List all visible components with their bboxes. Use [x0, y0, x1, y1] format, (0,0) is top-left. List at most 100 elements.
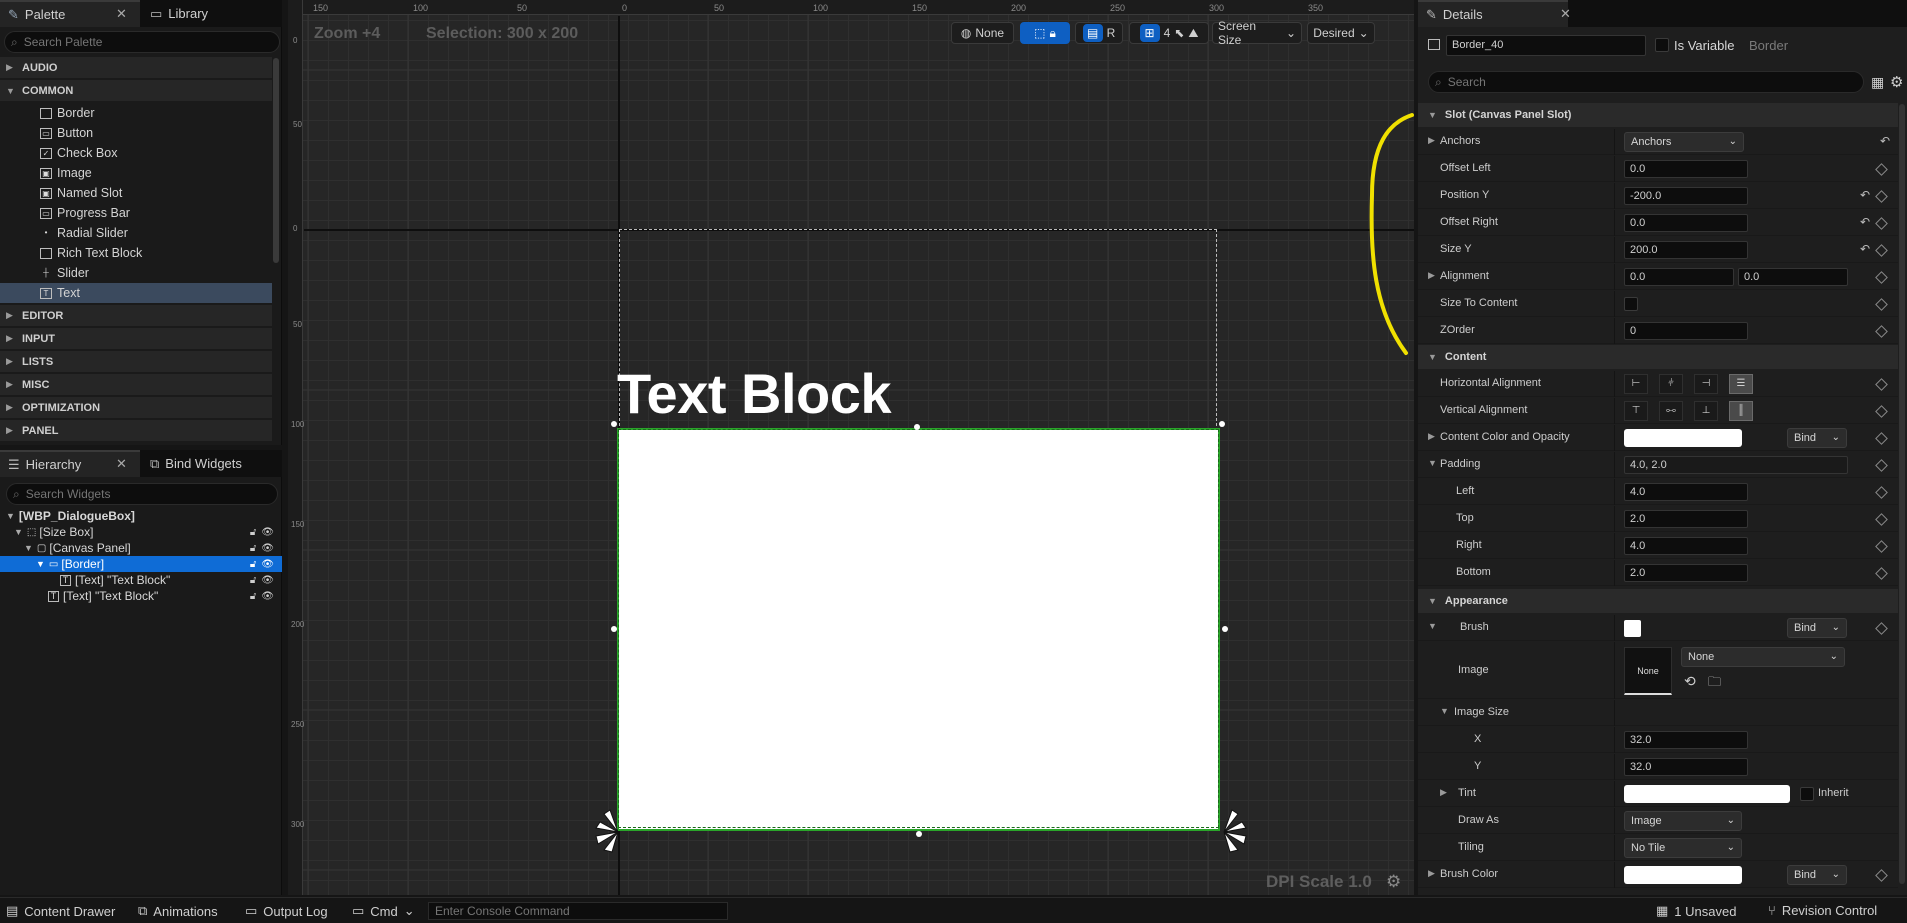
palette-category[interactable]: ▶ LISTS [0, 351, 272, 373]
palette-item[interactable]: ▭ Button [0, 123, 272, 143]
reset-icon[interactable]: ↶ [1860, 215, 1870, 229]
align-fill-icon[interactable]: ☰ [1729, 374, 1753, 394]
palette-search-input[interactable] [23, 35, 224, 49]
table-view-icon[interactable]: ▦ [1871, 74, 1884, 91]
brush-color-swatch[interactable] [1624, 620, 1641, 637]
align-right-icon[interactable]: ⊣ [1694, 374, 1718, 394]
lock-icon[interactable]: 🔓︎ [250, 575, 256, 586]
keyframe-diamond-icon[interactable] [1875, 405, 1888, 418]
revision-control-button[interactable]: ⑂ Revision Control [1768, 903, 1877, 918]
chevron-down-icon[interactable]: ▼ [1428, 458, 1437, 468]
chevron-right-icon[interactable]: ▶ [1428, 270, 1435, 281]
zorder-field[interactable]: 0 [1624, 322, 1748, 340]
palette-scrollbar[interactable] [273, 58, 279, 263]
grid-snap-value[interactable]: 4 [1164, 26, 1171, 40]
resize-handle[interactable] [916, 831, 922, 837]
grid-snap-controls[interactable]: ⊞ 4 ⬉ ⛰︎ [1129, 22, 1209, 44]
eye-icon[interactable]: 👁︎ [261, 527, 274, 538]
palette-item[interactable]: Rich Text Block [0, 243, 272, 263]
tree-item-size-box[interactable]: ▼ ⬚ [Size Box] 🔓︎ 👁︎ [0, 524, 282, 540]
tree-item-border[interactable]: ▼ ▭ [Border] 🔓︎ 👁︎ [0, 556, 282, 572]
layout-buttons[interactable]: ▤ R [1075, 22, 1123, 44]
palette-category[interactable]: ▶ INPUT [0, 328, 272, 350]
valign-center-icon[interactable]: ⧟ [1659, 401, 1683, 421]
pointer-icon[interactable]: ⬉ [1174, 26, 1184, 40]
anchors-dropdown[interactable]: Anchors ⌄ [1624, 132, 1744, 152]
bind-dropdown[interactable]: Bind ⌄ [1787, 618, 1847, 638]
bind-dropdown[interactable]: Bind ⌄ [1787, 428, 1847, 448]
offset-left-field[interactable]: 0.0 [1624, 160, 1748, 178]
keyframe-diamond-icon[interactable] [1875, 869, 1888, 882]
landscape-icon[interactable]: ⛰︎ [1188, 26, 1198, 41]
valign-bottom-icon[interactable]: ⊥ [1694, 401, 1718, 421]
resize-handle[interactable] [611, 421, 617, 427]
r-toggle[interactable]: R [1107, 26, 1116, 40]
tree-item-text-block-2[interactable]: T [Text] "Text Block" 🔓︎ 👁︎ [0, 588, 282, 604]
content-color-swatch[interactable] [1624, 429, 1742, 447]
keyframe-diamond-icon[interactable] [1875, 217, 1888, 230]
eye-icon[interactable]: 👁︎ [261, 575, 274, 586]
image-size-x-field[interactable]: 32.0 [1624, 731, 1748, 749]
resize-handle[interactable] [914, 424, 920, 430]
browse-folder-icon[interactable]: 🗀︎ [1708, 673, 1721, 695]
image-thumbnail[interactable]: None [1624, 647, 1672, 695]
grid-icon[interactable]: ⊞ [1139, 24, 1160, 42]
eye-icon[interactable]: 👁︎ [261, 543, 274, 554]
palette-item[interactable]: ▣ Image [0, 163, 272, 183]
resize-handle[interactable] [1222, 626, 1228, 632]
console-input[interactable] [429, 904, 719, 918]
output-log-button[interactable]: ▭ Output Log [245, 903, 328, 919]
close-icon[interactable]: ✕ [116, 6, 127, 22]
offset-right-field[interactable]: 0.0 [1624, 214, 1748, 232]
padding-summary-field[interactable]: 4.0, 2.0 [1624, 456, 1848, 474]
padding-bottom-field[interactable]: 2.0 [1624, 564, 1748, 582]
alignment-y-field[interactable]: 0.0 [1738, 268, 1848, 286]
palette-item[interactable]: T Text [0, 283, 272, 303]
lock-icon[interactable]: 🔓︎ [250, 527, 256, 538]
align-left-icon[interactable]: ⊢ [1624, 374, 1648, 394]
close-icon[interactable]: ✕ [1560, 6, 1571, 22]
localization-preview-button[interactable]: ◍ None [951, 22, 1014, 44]
keyframe-diamond-icon[interactable] [1875, 459, 1888, 472]
details-search-input[interactable] [1447, 75, 1648, 89]
unsaved-button[interactable]: ▦ 1 Unsaved [1656, 903, 1736, 919]
keyframe-diamond-icon[interactable] [1875, 163, 1888, 176]
tree-item-canvas-panel[interactable]: ▼ ▢ [Canvas Panel] 🔓︎ 👁︎ [0, 540, 282, 556]
resize-handle[interactable] [611, 626, 617, 632]
tiling-dropdown[interactable]: No Tile ⌄ [1624, 838, 1742, 858]
reset-icon[interactable]: ↶ [1860, 188, 1870, 202]
palette-category[interactable]: ▶ EDITOR [0, 305, 272, 327]
brush-color-swatch[interactable] [1624, 866, 1742, 884]
bind-dropdown[interactable]: Bind ⌄ [1787, 865, 1847, 885]
is-variable-checkbox[interactable] [1655, 38, 1669, 52]
cmd-dropdown[interactable]: ▭ Cmd ⌄ [352, 903, 415, 919]
palette-item[interactable]: ▣ Named Slot [0, 183, 272, 203]
layout-icon[interactable]: ▤ [1082, 24, 1103, 42]
lock-icon[interactable]: 🔓︎ [250, 559, 256, 570]
chevron-right-icon[interactable]: ▶ [1428, 431, 1435, 442]
palette-search[interactable]: ⌕ [4, 31, 280, 53]
palette-item[interactable]: ┼ Slider [0, 263, 272, 283]
palette-category[interactable]: ▶ AUDIO [0, 57, 272, 79]
animations-button[interactable]: ⧉ Animations [138, 903, 218, 919]
canvas-text-block[interactable]: Text Block [617, 364, 892, 424]
chevron-right-icon[interactable]: ▶ [1428, 135, 1435, 146]
designer-viewport[interactable]: 150 100 50 0 50 100 150 200 250 300 350 … [288, 0, 1414, 895]
padding-top-field[interactable]: 2.0 [1624, 510, 1748, 528]
resize-handle[interactable] [1219, 421, 1225, 427]
content-drawer-button[interactable]: ▤ Content Drawer [6, 903, 115, 919]
chevron-right-icon[interactable]: ▶ [1440, 787, 1447, 798]
draw-as-dropdown[interactable]: Image ⌄ [1624, 811, 1742, 831]
padding-right-field[interactable]: 4.0 [1624, 537, 1748, 555]
position-y-field[interactable]: -200.0 [1624, 187, 1748, 205]
palette-category[interactable]: ▶ MISC [0, 374, 272, 396]
valign-top-icon[interactable]: ⊤ [1624, 401, 1648, 421]
keyframe-diamond-icon[interactable] [1875, 432, 1888, 445]
palette-item[interactable]: • Radial Slider [0, 223, 272, 243]
chevron-right-icon[interactable]: ▶ [1428, 868, 1435, 879]
keyframe-diamond-icon[interactable] [1875, 378, 1888, 391]
anchor-icon[interactable] [1216, 804, 1256, 854]
details-search[interactable]: ⌕ [1428, 71, 1864, 93]
palette-category[interactable]: ▶ OPTIMIZATION [0, 397, 272, 419]
tint-color-swatch[interactable] [1624, 785, 1790, 803]
